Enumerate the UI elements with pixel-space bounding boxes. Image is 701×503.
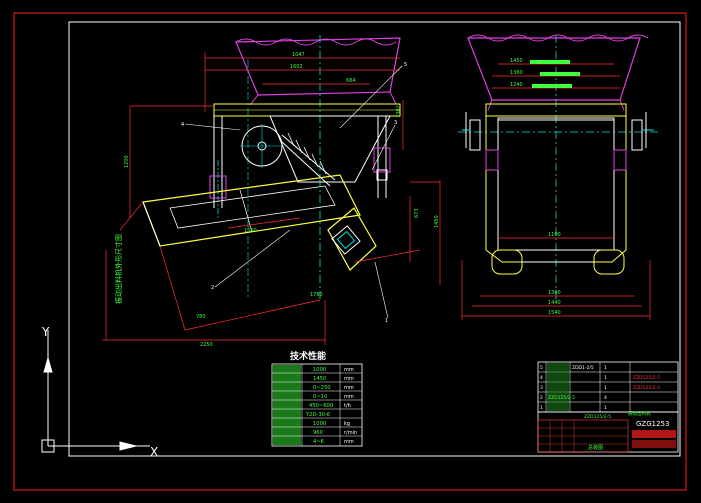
tech-value-6: Y2D-30-6 [305,412,330,418]
dim-front-2: 1360 [510,70,523,76]
bom-qty-4: 4 [604,395,607,401]
tech-performance-table: 技术性能 1000 1450 0~250 0~10 450~600 Y2D-30… [271,350,363,447]
tech-value-2: 1450 [313,376,326,382]
bom-qty-5: 1 [604,405,607,411]
bom-qty-2: 1 [604,375,607,381]
dim-front-1: 1450 [510,58,523,64]
tech-unit-4: mm [344,394,354,400]
bom-no-4: 2 [540,395,543,401]
title-company: 总装图 [588,444,603,451]
title-label: 振动出料机 [628,410,651,417]
dim-side-6: 1560 [244,228,257,234]
dim-front-4: 1300 [548,290,561,296]
front-view [458,34,660,320]
tech-table-title: 技术性能 [290,350,326,362]
tech-value-1: 1000 [313,367,326,373]
part-ref-1: 1 [385,318,388,324]
tech-unit-7: kg [344,421,350,427]
part-ref-2: 2 [211,285,214,291]
dim-side-7: 1780 [310,292,323,298]
bom-no-5: 1 [540,405,543,411]
tech-unit-8: r/min [344,430,357,436]
bom-qty-3: 1 [604,385,607,391]
tech-value-4: 0~10 [313,394,327,400]
dim-side-10: 1302 [396,105,402,118]
vertical-note: 振动出料机外形尺寸图 [114,234,123,304]
tech-unit-3: mm [344,385,354,391]
dim-front-6: 1540 [548,310,561,316]
bom-no-2: 4 [540,375,543,381]
ucs-label-y: Y [41,325,50,339]
cad-drawing-canvas: 振动出料机外形尺寸图 4 5 3 2 1 1047 1602 684 1200 … [13,12,687,491]
part-references: 4 5 3 2 1 [181,62,407,324]
dim-side-1: 1047 [292,52,305,58]
title-block: ZZD125/2-5 GZG1253 振动出料机 总装图 [537,410,679,453]
inner-border [68,21,681,457]
hopper-side [235,37,401,96]
dim-side-11: 780 [196,314,206,320]
dim-front-5: 1440 [548,300,561,306]
tech-unit-5: t/h [344,403,351,409]
feeder-trough [142,174,361,247]
hopper-front [467,37,641,101]
dim-side-8: 673 [414,208,420,218]
part-ref-4: 4 [181,122,184,128]
front-dimensions: 1450 1360 1240 1300 1440 1540 1100 [510,58,561,316]
vertical-note-text: 振动出料机外形尺寸图 [114,234,123,304]
dim-front-3: 1240 [510,82,523,88]
bom-code-1: ZDD1-2/5 [572,365,594,371]
tech-value-3: 0~250 [313,385,331,391]
dim-side-3: 684 [346,78,356,84]
tech-unit-2: mm [344,376,354,382]
bom-table: 5 4 3 2 1 ZDD1-2/5 ZZD125/2-5 1 1 1 4 1 … [537,361,679,413]
vibration-motor [327,207,377,271]
dim-side-4: 1200 [124,155,130,168]
dim-front-7: 1100 [548,232,561,238]
dim-side-9: 1450 [434,215,440,228]
part-ref-3: 3 [394,120,397,126]
title-drawing-no: ZZD125/2-5 [584,414,611,420]
bom-remark-1: ZZD125/2-5 [633,375,660,381]
tech-value-5: 450~600 [309,403,333,409]
side-view: 振动出料机外形尺寸图 [102,35,441,345]
bom-code-4: ZZD125/2-5 [548,395,575,401]
tech-value-7: 1000 [313,421,326,427]
tech-unit-9: mm [344,439,354,445]
ucs-label-x: X [150,445,158,459]
part-ref-5: 5 [404,62,407,68]
tech-value-8: 960 [313,430,323,436]
dim-side-2: 1602 [290,64,303,70]
dim-side-5: 2250 [200,342,213,348]
title-code: GZG1253 [636,420,669,428]
bom-no-3: 3 [540,385,543,391]
ucs-icon [41,330,150,453]
tech-unit-1: mm [344,367,354,373]
bom-qty-1: 1 [604,365,607,371]
bom-remark-2: ZZD125/2-5 [633,385,660,391]
tech-value-9: 4~6 [313,439,324,445]
bom-no-1: 5 [540,365,543,371]
